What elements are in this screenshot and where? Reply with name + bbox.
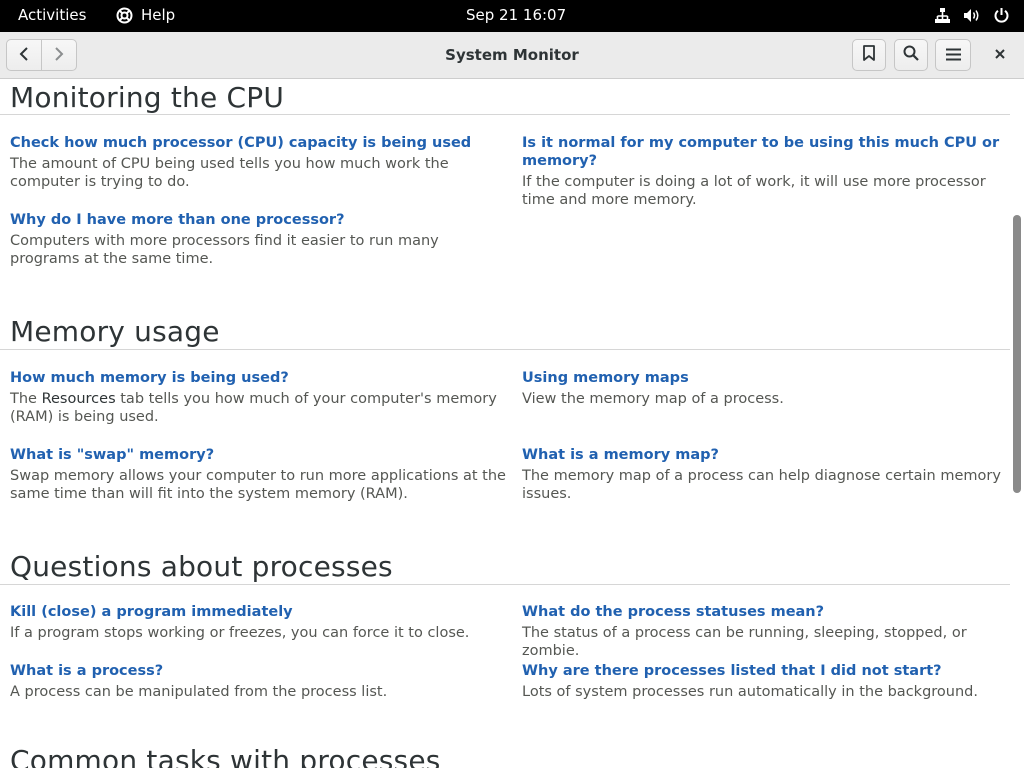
section-divider [0, 114, 1010, 115]
app-menu-label: Help [141, 6, 176, 24]
topic-item: What is a process? A process can be mani… [10, 662, 506, 701]
topic-description: The memory map of a process can help dia… [522, 468, 1001, 502]
section-title-memory: Memory usage [10, 315, 220, 348]
desc-text: The [10, 391, 42, 407]
topic-link-multiple-processors[interactable]: Why do I have more than one processor? [10, 211, 506, 229]
section-title-cpu: Monitoring the CPU [10, 81, 285, 114]
topic-item: Why do I have more than one processor? C… [10, 211, 506, 268]
desc-keyword: Resources [41, 391, 116, 407]
topic-link-unstarted-processes[interactable]: Why are there processes listed that I di… [522, 662, 1010, 680]
topic-item: Why are there processes listed that I di… [522, 662, 1010, 701]
scrollbar-thumb[interactable] [1013, 215, 1021, 493]
topic-item: What do the process statuses mean? The s… [522, 603, 1010, 660]
power-icon [993, 7, 1010, 24]
help-page-content: Monitoring the CPU Check how much proces… [0, 80, 1010, 768]
topic-link-process-statuses[interactable]: What do the process statuses mean? [522, 603, 1010, 621]
search-icon [903, 45, 919, 65]
topic-description: Computers with more processors find it e… [10, 233, 439, 267]
bookmark-button[interactable] [852, 39, 886, 71]
topic-item: Using memory maps View the memory map of… [522, 369, 1010, 408]
section-divider [0, 584, 1010, 585]
topic-item: How much memory is being used? The Resou… [10, 369, 506, 426]
hamburger-menu-icon [945, 46, 961, 65]
topic-link-what-is-process[interactable]: What is a process? [10, 662, 506, 680]
network-wired-icon [934, 7, 951, 24]
topic-item: Check how much processor (CPU) capacity … [10, 134, 506, 191]
topic-description: Swap memory allows your computer to run … [10, 468, 506, 502]
topic-link-what-is-memory-map[interactable]: What is a memory map? [522, 446, 1010, 464]
topic-description: The status of a process can be running, … [522, 625, 967, 659]
system-tray[interactable] [934, 7, 1010, 24]
topic-item: Kill (close) a program immediately If a … [10, 603, 506, 642]
topic-item: Is it normal for my computer to be using… [522, 134, 1010, 209]
topic-description: The amount of CPU being used tells you h… [10, 156, 449, 190]
top-bar: Activities Help Sep 21 16:07 [0, 0, 1024, 32]
section-title-common-tasks: Common tasks with processes [10, 744, 441, 768]
vertical-scrollbar[interactable] [1010, 80, 1024, 768]
topic-link-memory-maps[interactable]: Using memory maps [522, 369, 1010, 387]
close-icon [992, 47, 1008, 66]
topic-description: The Resources tab tells you how much of … [10, 390, 506, 426]
header-bar: System Monitor [0, 32, 1024, 79]
topic-link-swap-memory[interactable]: What is "swap" memory? [10, 446, 506, 464]
section-divider [0, 349, 1010, 350]
bookmark-icon [862, 45, 876, 65]
app-menu[interactable]: Help [116, 6, 175, 24]
activities-button[interactable]: Activities [18, 6, 86, 24]
topic-item: What is "swap" memory? Swap memory allow… [10, 446, 506, 503]
topic-link-normal-usage[interactable]: Is it normal for my computer to be using… [522, 134, 1010, 170]
topic-link-kill-program[interactable]: Kill (close) a program immediately [10, 603, 506, 621]
volume-icon [963, 7, 981, 24]
section-title-processes: Questions about processes [10, 550, 393, 583]
topic-description: View the memory map of a process. [522, 391, 784, 407]
clock[interactable]: Sep 21 16:07 [466, 6, 566, 24]
topic-link-memory-used[interactable]: How much memory is being used? [10, 369, 506, 387]
topic-description: Lots of system processes run automatical… [522, 684, 978, 700]
main-menu-button[interactable] [935, 39, 971, 71]
topic-link-cpu-capacity[interactable]: Check how much processor (CPU) capacity … [10, 134, 506, 152]
help-lifebuoy-icon [116, 7, 133, 24]
close-window-button[interactable] [992, 46, 1008, 62]
topic-description: A process can be manipulated from the pr… [10, 684, 388, 700]
topic-item: What is a memory map? The memory map of … [522, 446, 1010, 503]
search-button[interactable] [894, 39, 928, 71]
topic-description: If a program stops working or freezes, y… [10, 625, 470, 641]
topic-description: If the computer is doing a lot of work, … [522, 174, 986, 208]
